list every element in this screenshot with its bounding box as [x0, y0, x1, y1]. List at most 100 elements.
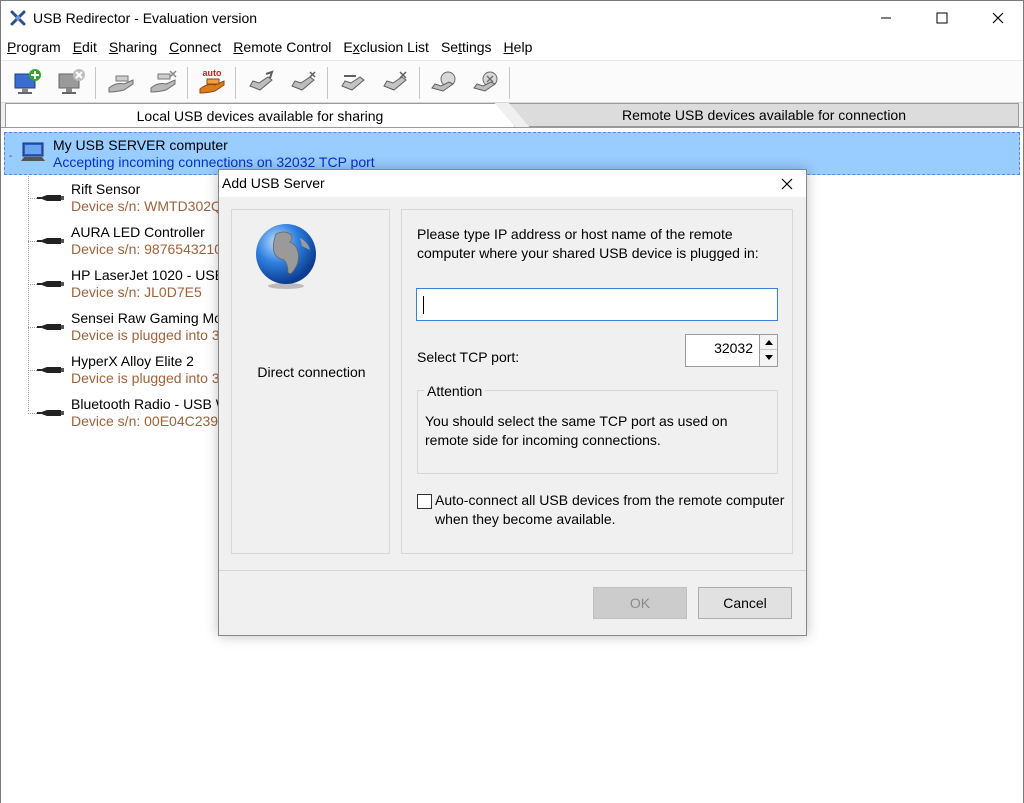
computer-add-icon	[14, 69, 41, 94]
device-serial: Device is plugged into 3	[71, 370, 220, 386]
attention-title: Attention	[424, 383, 486, 399]
title-bar: USB Redirector - Evaluation version	[1, 1, 1023, 35]
tree-expander[interactable]: -	[9, 151, 12, 162]
toolbar-unshare-button[interactable]	[145, 65, 181, 99]
no-autoconnect-icon	[383, 71, 407, 91]
toolbar-remove-server-button[interactable]	[53, 65, 89, 99]
toolbar-separator	[419, 67, 420, 99]
toolbar-remote-control-stop-button[interactable]	[468, 65, 504, 99]
toolbar-disconnect-button[interactable]	[285, 65, 321, 99]
maximize-button[interactable]	[919, 1, 965, 35]
minimize-icon	[881, 17, 891, 19]
computer-icon	[21, 142, 45, 161]
autoconnect-label[interactable]: Auto-connect all USB devices from the re…	[435, 491, 785, 529]
menu-item[interactable]: Remote Control	[227, 37, 337, 59]
toolbar-auto-share-button[interactable]: auto	[194, 65, 230, 99]
close-icon	[781, 178, 793, 190]
toolbar-no-autoconnect-button[interactable]	[377, 65, 413, 99]
menu-item[interactable]: Program	[1, 37, 67, 59]
usb-plug-icon	[37, 410, 64, 416]
app-icon	[10, 10, 26, 26]
toolbar-autoconnect-button[interactable]	[335, 65, 371, 99]
globe-icon	[256, 224, 316, 289]
tree-branch	[28, 413, 37, 414]
tab-local-devices[interactable]: Local USB devices available for sharing	[5, 103, 515, 127]
toolbar-add-server-button[interactable]	[9, 65, 45, 99]
menu-item[interactable]: Sharing	[103, 37, 163, 59]
toolbar-connect-button[interactable]	[243, 65, 279, 99]
device-row[interactable]: Bluetooth Radio - USB W Device s/n: 00E04…	[28, 396, 237, 432]
ok-button[interactable]: OK	[593, 587, 687, 619]
usb-plug-icon	[37, 281, 64, 287]
direct-connection-label: Direct connection	[257, 364, 366, 380]
spin-down-button[interactable]	[760, 350, 777, 365]
device-serial: Device s/n: 00E04C23998	[71, 413, 234, 429]
cancel-button[interactable]: Cancel	[698, 587, 792, 619]
remote-control-icon	[431, 71, 456, 92]
tree-branch	[28, 284, 37, 285]
spin-up-button[interactable]	[760, 335, 777, 350]
menu-item[interactable]: Connect	[163, 37, 227, 59]
server-name: My USB SERVER computer	[53, 137, 228, 153]
device-name: Bluetooth Radio - USB W	[71, 396, 229, 412]
toolbar-separator	[235, 67, 236, 99]
menu-item[interactable]: Settings	[435, 37, 498, 59]
host-prompt: Please type IP address or host name of t…	[417, 226, 759, 261]
toolbar: auto	[1, 60, 1023, 103]
device-serial: Device is plugged into 3	[71, 327, 220, 343]
dialog-title: Add USB Server	[222, 175, 325, 191]
tcp-port-label: Select TCP port:	[417, 349, 520, 365]
tab-remote-devices[interactable]: Remote USB devices available for connect…	[509, 103, 1019, 127]
tree-connector	[28, 176, 29, 411]
add-usb-server-dialog: Add USB Server Direct connection Please …	[218, 169, 807, 636]
device-name: Sensei Raw Gaming Mou	[71, 310, 230, 326]
device-serial: Device s/n: WMTD302Q3	[71, 198, 230, 214]
disconnect-icon	[291, 71, 316, 91]
autoconnect-icon	[341, 75, 365, 91]
device-serial: Device s/n: 9876543210	[71, 241, 222, 257]
tree-branch	[28, 198, 37, 199]
close-button[interactable]	[975, 1, 1021, 35]
toolbar-separator	[95, 67, 96, 99]
toolbar-separator	[509, 67, 510, 99]
tcp-port-input[interactable]: 32032	[685, 334, 760, 367]
autoconnect-checkbox[interactable]	[417, 494, 432, 509]
tree-branch	[28, 327, 37, 328]
attention-text: You should select the same TCP port as u…	[425, 413, 728, 448]
menu-bar: Program Edit Sharing Connect Remote Control E…	[1, 37, 1023, 59]
menu-item[interactable]: Exclusion List	[337, 37, 435, 59]
usb-plug-icon	[37, 238, 64, 244]
tree-branch	[28, 241, 37, 242]
tcp-port-spinner	[759, 334, 778, 367]
tree-branch	[28, 370, 37, 371]
usb-plug-icon	[37, 195, 64, 201]
device-row[interactable]: Rift Sensor Device s/n: WMTD302Q3	[28, 181, 237, 217]
toolbar-remote-control-button[interactable]	[426, 65, 462, 99]
window-title: USB Redirector - Evaluation version	[33, 10, 258, 26]
menu-item[interactable]: Edit	[67, 37, 103, 59]
host-input[interactable]	[416, 288, 778, 321]
hand-share-icon	[108, 75, 134, 93]
usb-plug-icon	[37, 367, 64, 373]
toolbar-share-button[interactable]	[103, 65, 139, 99]
computer-remove-icon	[58, 69, 85, 94]
device-serial: Device s/n: JL0D7E5	[71, 284, 202, 300]
connection-type-panel: Direct connection	[231, 209, 390, 554]
dialog-title-bar: Add USB Server	[219, 170, 806, 197]
device-row[interactable]: AURA LED Controller Device s/n: 987654321…	[28, 224, 237, 260]
auto-share-icon: auto	[199, 68, 225, 94]
toolbar-separator	[187, 67, 188, 99]
device-name: HP LaserJet 1020 - USB P	[71, 267, 238, 283]
minimize-button[interactable]	[863, 1, 909, 35]
hand-unshare-icon	[150, 70, 177, 93]
main-window: USB Redirector - Evaluation version Prog…	[0, 0, 1024, 803]
menu-item[interactable]: Help	[498, 37, 539, 59]
connection-settings-panel: Please type IP address or host name of t…	[401, 209, 793, 554]
maximize-icon	[936, 12, 948, 24]
device-row[interactable]: Sensei Raw Gaming Mou Device is plugged i…	[28, 310, 237, 346]
arrow-up-icon	[764, 340, 773, 345]
device-row[interactable]: HP LaserJet 1020 - USB P Device s/n: JL0D…	[28, 267, 238, 303]
dialog-close-button[interactable]	[775, 173, 799, 195]
device-row[interactable]: HyperX Alloy Elite 2 Device is plugged in…	[28, 353, 237, 389]
tab-strip: Remote USB devices available for connect…	[1, 103, 1023, 127]
